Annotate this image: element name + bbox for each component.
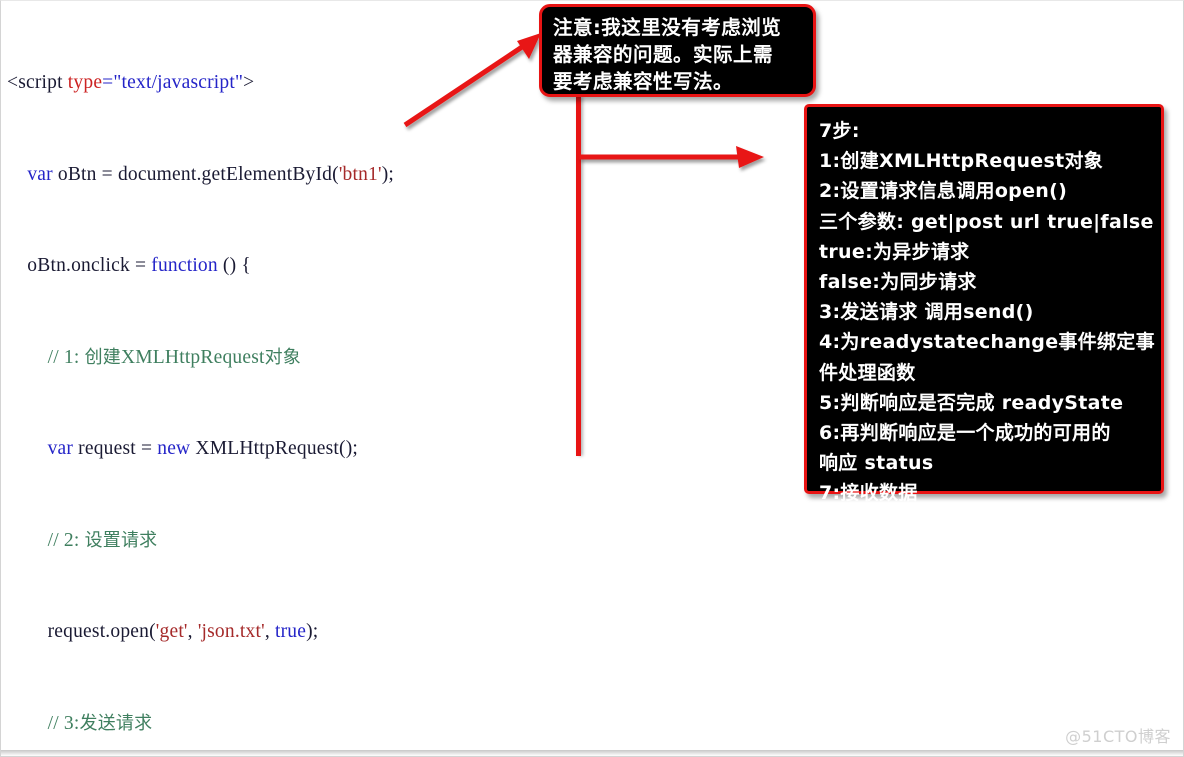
- steps-line: 5:判断响应是否完成 readyState: [819, 391, 1124, 414]
- steps-line: 2:设置请求信息调用open(): [819, 180, 1068, 203]
- note-line: 注意:我这里没有考虑浏览: [553, 16, 782, 39]
- horizontal-arrow-to-steps-icon: [579, 146, 764, 168]
- screenshot-root: <script type="text/javascript"> var oBtn…: [0, 0, 1184, 757]
- note-line: 器兼容的问题。实际上需: [553, 43, 774, 66]
- steps-line: 7步:: [819, 120, 860, 142]
- steps-line: 1:创建XMLHttpRequest对象: [819, 150, 1104, 173]
- steps-line: 8:处理数据: [819, 542, 918, 565]
- steps-line: 3:发送请求 调用send(): [819, 301, 1034, 324]
- note-callout: 注意:我这里没有考虑浏览 器兼容的问题。实际上需 要考虑兼容性写法。: [539, 4, 816, 97]
- steps-callout: 7步: 1:创建XMLHttpRequest对象 2:设置请求信息调用open(…: [804, 104, 1164, 565]
- steps-line: false:为同步请求: [819, 271, 977, 294]
- note-line: 要考虑兼容性写法。: [553, 70, 734, 93]
- watermark: @51CTO博客: [1065, 727, 1171, 746]
- steps-divider: --------------------------------: [819, 512, 1072, 535]
- steps-line: 响应 status: [819, 452, 934, 475]
- steps-line: 7:接收数据: [819, 482, 918, 505]
- code-line: request.open('get', 'json.txt', true);: [7, 621, 319, 642]
- steps-line: 件处理函数: [819, 361, 916, 384]
- steps-line: true:为异步请求: [819, 240, 970, 263]
- code-line-comment: // 3:发送请求: [47, 712, 153, 736]
- steps-line: 4:为readystatechange事件绑定事: [819, 331, 1155, 354]
- steps-line: 三个参数: get|post url true|false: [819, 210, 1154, 233]
- steps-line: 6:再判断响应是一个成功的可用的: [819, 422, 1111, 445]
